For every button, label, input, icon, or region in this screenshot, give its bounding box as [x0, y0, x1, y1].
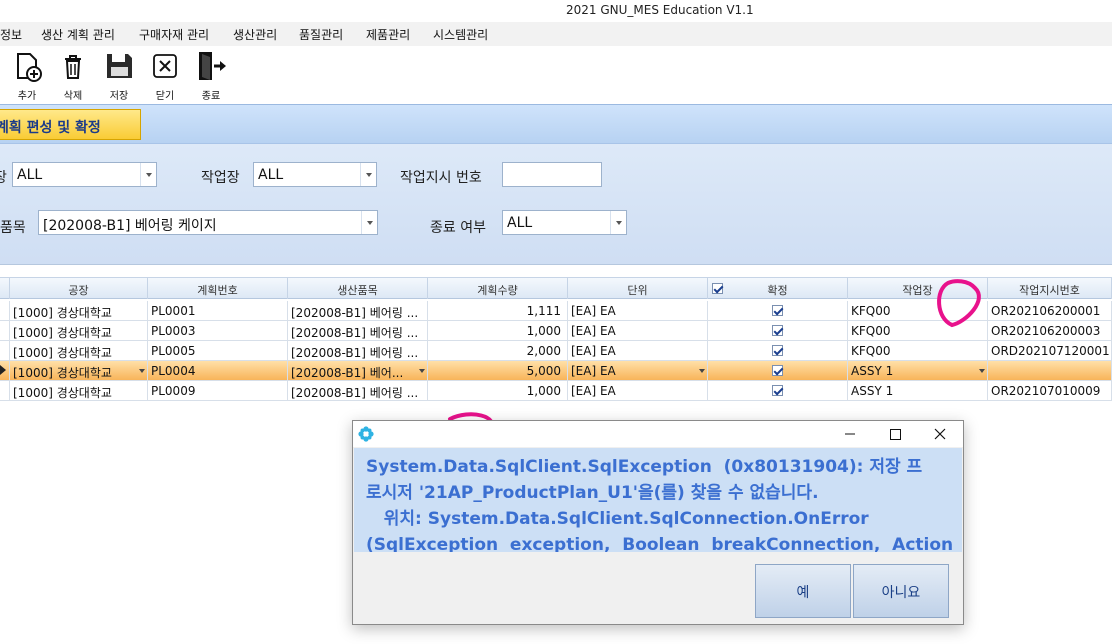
- close-icon: [934, 428, 946, 440]
- yes-button[interactable]: 예: [755, 564, 851, 618]
- annotation-mark-1: [937, 279, 981, 328]
- dialog-message-area: System.Data.SqlClient.SqlException (0x80…: [354, 448, 962, 552]
- minimize-icon: [845, 433, 855, 435]
- maximize-icon: [890, 429, 901, 440]
- no-button[interactable]: 아니요: [853, 564, 949, 618]
- error-dialog: System.Data.SqlClient.SqlException (0x80…: [352, 420, 964, 625]
- app-flower-icon: [358, 426, 374, 442]
- dialog-title-bar: [353, 421, 963, 447]
- dialog-close-button[interactable]: [925, 424, 955, 444]
- minimize-button[interactable]: [835, 424, 865, 444]
- dialog-message: System.Data.SqlClient.SqlException (0x80…: [366, 457, 954, 552]
- maximize-button[interactable]: [880, 424, 910, 444]
